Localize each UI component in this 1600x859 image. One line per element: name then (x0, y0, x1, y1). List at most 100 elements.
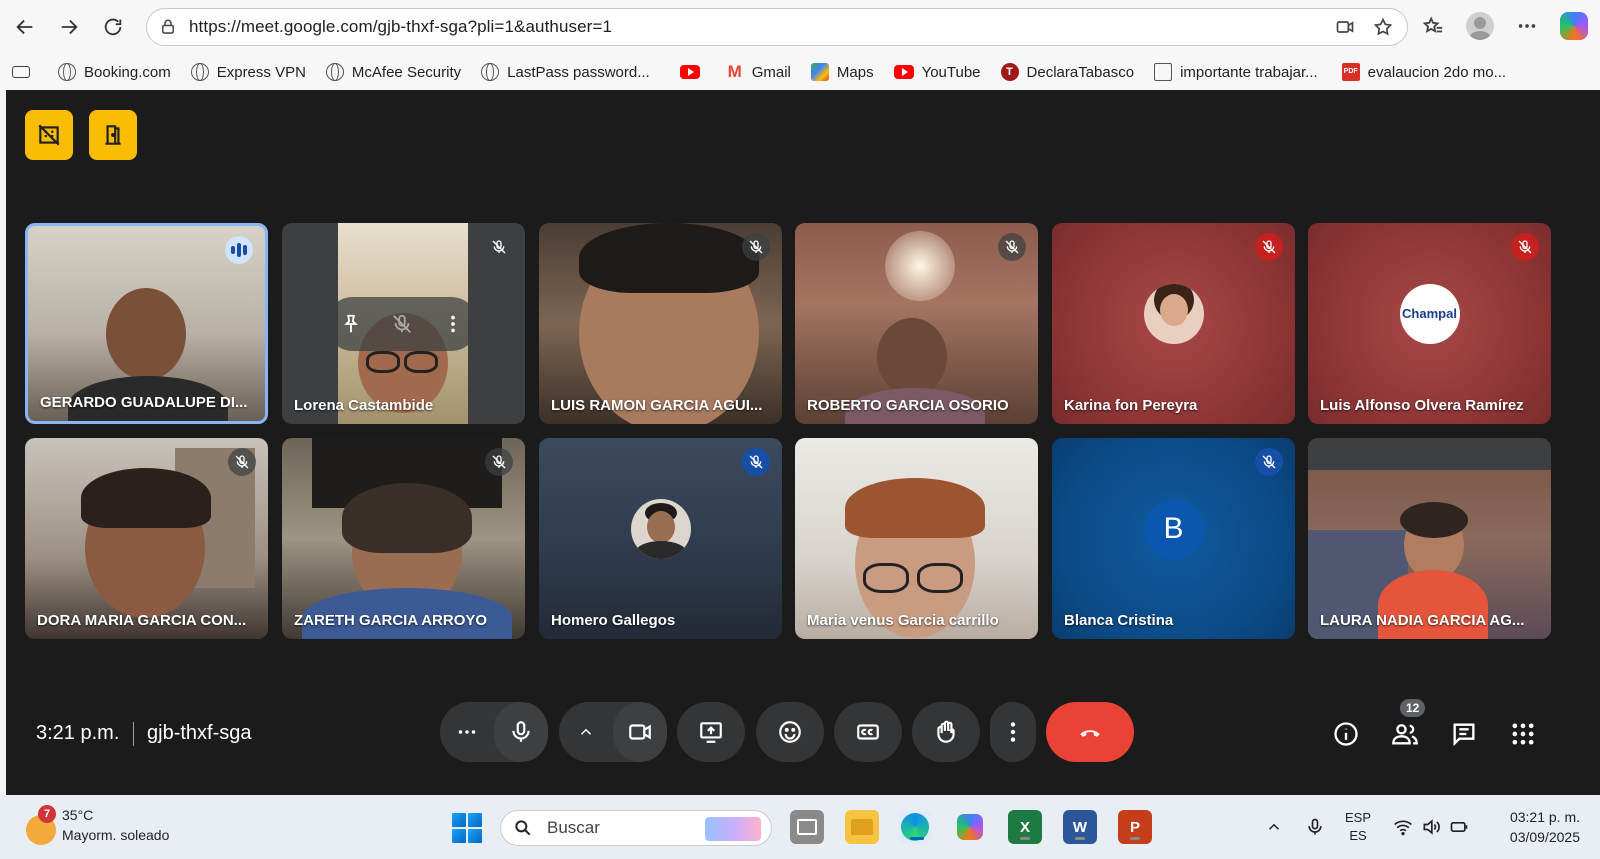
bookmark-declaratabasco[interactable]: T DeclaraTabasco (1000, 63, 1134, 81)
champal-logo: Champal (1399, 283, 1460, 344)
participant-tile[interactable]: LUIS RAMON GARCIA AGUI... (539, 223, 782, 424)
mic-off-icon (1511, 233, 1539, 261)
meeting-details-button[interactable] (1331, 719, 1361, 749)
chevron-up-icon[interactable] (1265, 818, 1283, 836)
bookmark-booking[interactable]: Booking.com (58, 63, 171, 81)
taskbar-search[interactable]: Buscar (500, 810, 772, 846)
excel-icon: X (1019, 818, 1030, 836)
participant-tile[interactable]: Homero Gallegos (539, 438, 782, 639)
reading-list-button[interactable] (12, 66, 38, 78)
battery-icon[interactable] (1449, 817, 1469, 837)
task-view-button[interactable] (790, 810, 824, 844)
captions-button[interactable] (834, 702, 902, 762)
favorites-icon[interactable] (1422, 15, 1444, 37)
pin-icon[interactable] (340, 313, 362, 335)
participant-tile[interactable]: ROBERTO GARCIA OSORIO (795, 223, 1038, 424)
bookmark-lastpass[interactable]: LastPass password... (481, 63, 650, 81)
bookmark-express-vpn[interactable]: Express VPN (190, 63, 306, 81)
participant-tile[interactable]: DORA MARIA GARCIA CON... (25, 438, 268, 639)
participant-name: Karina fon Pereyra (1064, 397, 1198, 414)
star-icon[interactable] (1373, 17, 1393, 37)
participant-name: DORA MARIA GARCIA CON... (37, 612, 247, 629)
mic-off-icon (485, 233, 513, 261)
participant-video (106, 288, 186, 380)
powerpoint-icon: P (1129, 818, 1140, 836)
more-vert-icon[interactable] (442, 313, 464, 335)
url-text[interactable]: https://meet.google.com/gjb-thxf-sga?pli… (189, 17, 612, 37)
participant-tile[interactable]: B Blanca Cristina (1052, 438, 1295, 639)
microphone-icon[interactable] (1305, 817, 1325, 837)
bookmark-importante[interactable]: importante trabajar... (1154, 63, 1318, 81)
folder-icon (851, 819, 873, 835)
participant-tile[interactable]: ZARETH GARCIA ARROYO (282, 438, 525, 639)
bookmark-youtube[interactable]: YouTube (893, 64, 981, 81)
weather-widget[interactable]: 7 35°C Mayorm. soleado (22, 805, 202, 849)
profile-avatar[interactable] (1466, 12, 1494, 40)
excel-button[interactable]: X (1008, 810, 1042, 844)
participant-tile[interactable]: Champal Luis Alfonso Olvera Ramírez (1308, 223, 1551, 424)
raise-hand-button[interactable] (912, 702, 980, 762)
reactions-button[interactable] (756, 702, 824, 762)
reload-icon (104, 18, 122, 36)
language-indicator[interactable]: ESP ES (1345, 809, 1371, 845)
weather-badge: 7 (38, 805, 56, 823)
video-settings-button[interactable] (559, 723, 613, 741)
present-screen-button[interactable] (677, 702, 745, 762)
activities-button[interactable] (1508, 719, 1538, 749)
background-effects-button[interactable] (25, 110, 73, 160)
participant-tile[interactable]: GERARDO GUADALUPE DI... (25, 223, 268, 424)
participant-tile[interactable]: LAURA NADIA GARCIA AG... (1308, 438, 1551, 639)
people-button[interactable]: 12 (1390, 699, 1426, 749)
more-vert-icon (1010, 722, 1016, 742)
mic-off-icon (742, 233, 770, 261)
participant-tile[interactable]: Lorena Castambide (282, 223, 525, 424)
browser-toolbar: https://meet.google.com/gjb-thxf-sga?pli… (0, 0, 1600, 54)
more-options-icon[interactable] (1516, 15, 1538, 37)
edge-button[interactable] (898, 810, 932, 844)
taskbar-clock[interactable]: 03:21 p. m. 03/09/2025 (1510, 807, 1580, 847)
system-tray: ESP ES (1265, 795, 1469, 859)
call-end-icon (1080, 730, 1100, 737)
people-icon (1392, 724, 1418, 745)
copilot-taskbar-button[interactable] (953, 810, 987, 844)
participant-name: Maria venus Garcia carrillo (807, 612, 999, 629)
videocam-icon (629, 724, 651, 740)
forward-button[interactable] (54, 12, 84, 42)
file-explorer-button[interactable] (845, 810, 879, 844)
mic-off-icon[interactable] (391, 313, 413, 335)
bookmark-mcafee[interactable]: McAfee Security (325, 63, 461, 81)
participant-name: LAURA NADIA GARCIA AG... (1320, 612, 1525, 629)
meet-stage: GERARDO GUADALUPE DI... Lorena Castambid… (6, 90, 1600, 795)
word-button[interactable]: W (1063, 810, 1097, 844)
camera-icon[interactable] (1335, 17, 1355, 37)
mic-control-group (440, 702, 548, 762)
site-info-icon[interactable] (159, 18, 177, 36)
bookmark-maps[interactable]: Maps (810, 63, 874, 81)
audio-settings-button[interactable] (440, 719, 494, 745)
search-icon (515, 820, 531, 836)
chat-button[interactable] (1449, 719, 1479, 749)
volume-icon[interactable] (1421, 817, 1441, 837)
apps-grid-icon (1512, 723, 1534, 745)
reload-button[interactable] (98, 12, 128, 42)
microphone-button[interactable] (494, 702, 548, 762)
search-placeholder: Buscar (547, 818, 600, 837)
address-bar[interactable]: https://meet.google.com/gjb-thxf-sga?pli… (146, 8, 1408, 46)
participant-tile[interactable]: Karina fon Pereyra (1052, 223, 1295, 424)
participant-name: ZARETH GARCIA ARROYO (294, 612, 488, 629)
copilot-icon[interactable] (1560, 12, 1588, 40)
more-options-button[interactable] (990, 702, 1036, 762)
leave-call-button[interactable] (1046, 702, 1134, 762)
start-button[interactable] (452, 813, 482, 843)
powerpoint-button[interactable]: P (1118, 810, 1152, 844)
breakout-rooms-button[interactable] (89, 110, 137, 160)
back-button[interactable] (10, 12, 40, 42)
search-highlight-image (705, 817, 761, 841)
maps-icon (810, 63, 829, 81)
bookmark-youtube-short[interactable] (679, 65, 708, 79)
wifi-icon[interactable] (1393, 817, 1413, 837)
bookmark-gmail[interactable]: M Gmail (726, 63, 791, 81)
participant-tile[interactable]: Maria venus Garcia carrillo (795, 438, 1038, 639)
camera-button[interactable] (613, 702, 667, 762)
bookmark-evaluacion[interactable]: PDF evalaucion 2do mo... (1341, 63, 1506, 81)
